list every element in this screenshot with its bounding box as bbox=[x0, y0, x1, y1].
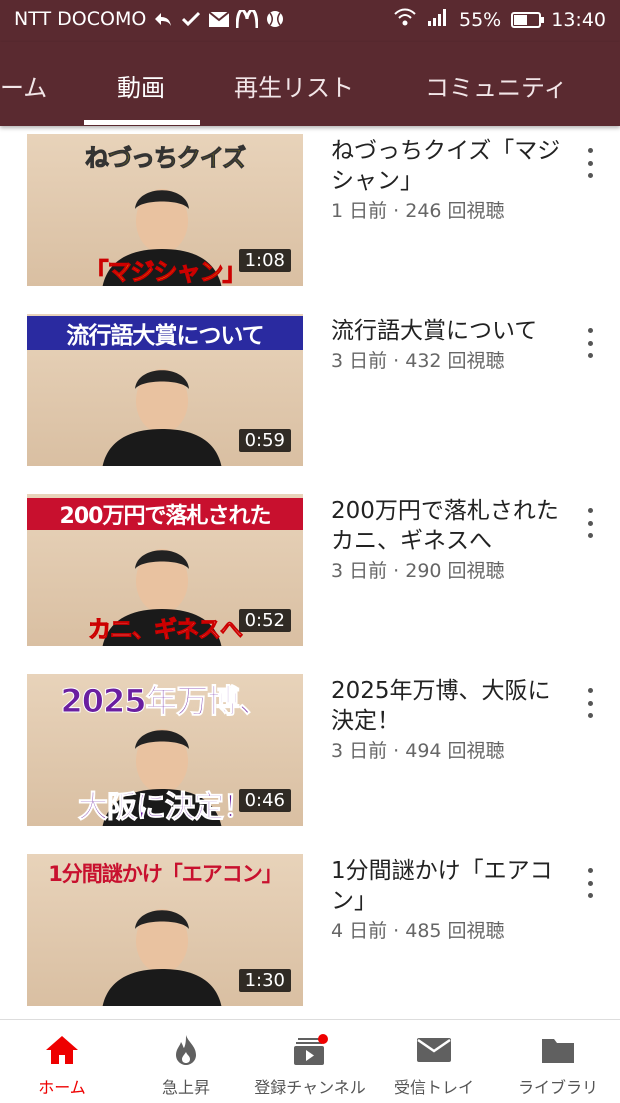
video-item[interactable]: 流行語大賞について 0:59 流行語大賞について 3 日前 · 432 回視聴 bbox=[0, 306, 620, 476]
status-bar: NTT DOCOMO 55% 13:40 bbox=[0, 0, 620, 42]
nav-subscriptions[interactable]: 登録チャンネル bbox=[248, 1020, 372, 1103]
thumbnail-caption-top: ねづっちクイズ bbox=[84, 144, 246, 173]
video-duration: 0:46 bbox=[238, 789, 291, 812]
video-item[interactable]: ねづっちクイズ 「マジシャン」 1:08 ねづっちクイズ「マジシャン」 1 日前… bbox=[0, 126, 620, 296]
person-illustration bbox=[102, 909, 222, 1006]
nav-home[interactable]: ホーム bbox=[0, 1020, 124, 1103]
video-meta: 3 日前 · 290 回視聴 bbox=[331, 560, 505, 582]
more-options-icon[interactable] bbox=[580, 508, 600, 538]
video-duration: 0:59 bbox=[238, 429, 291, 452]
video-item[interactable]: 200万円で落札された カニ、ギネスへ 0:52 200万円で落札されたカニ、ギ… bbox=[0, 486, 620, 656]
video-title[interactable]: 2025年万博、大阪に決定！ bbox=[331, 676, 561, 736]
battery-fill bbox=[514, 14, 528, 25]
channel-tab-bar: ーム 動画 再生リスト コミュニティ bbox=[0, 42, 620, 126]
subscriptions-icon bbox=[294, 1034, 328, 1065]
video-meta: 3 日前 · 432 回視聴 bbox=[331, 350, 505, 372]
nav-library[interactable]: ライブラリ bbox=[496, 1020, 620, 1103]
tab-home[interactable]: ーム bbox=[0, 68, 47, 103]
nav-label: 受信トレイ bbox=[393, 1078, 474, 1097]
video-meta: 3 日前 · 494 回視聴 bbox=[331, 740, 505, 762]
reply-icon bbox=[152, 8, 174, 30]
baseball-icon bbox=[264, 8, 286, 30]
more-options-icon[interactable] bbox=[580, 328, 600, 358]
nav-label: ライブラリ bbox=[517, 1078, 598, 1097]
nav-inbox[interactable]: 受信トレイ bbox=[372, 1020, 496, 1103]
video-title[interactable]: 1分間謎かけ「エアコン」 bbox=[331, 856, 561, 916]
video-item[interactable]: 1分間謎かけ「エアコン」 1:30 1分間謎かけ「エアコン」 4 日前 · 48… bbox=[0, 846, 620, 1016]
active-tab-indicator bbox=[84, 120, 200, 125]
flame-icon bbox=[176, 1035, 196, 1065]
video-thumbnail[interactable]: 流行語大賞について 0:59 bbox=[27, 314, 303, 466]
wifi-icon bbox=[393, 8, 417, 31]
thumbnail-caption-top: 流行語大賞について bbox=[27, 316, 303, 350]
nav-trending[interactable]: 急上昇 bbox=[124, 1020, 248, 1103]
battery-percent: 55% bbox=[459, 8, 502, 31]
video-thumbnail[interactable]: 1分間謎かけ「エアコン」 1:30 bbox=[27, 854, 303, 1006]
video-duration: 1:30 bbox=[238, 969, 291, 992]
more-options-icon[interactable] bbox=[580, 148, 600, 178]
more-options-icon[interactable] bbox=[580, 868, 600, 898]
status-left: NTT DOCOMO bbox=[14, 8, 286, 30]
nav-label: ホーム bbox=[38, 1078, 86, 1097]
person-illustration bbox=[102, 369, 222, 466]
video-thumbnail[interactable]: 200万円で落札された カニ、ギネスへ 0:52 bbox=[27, 494, 303, 646]
tab-community[interactable]: コミュニティ bbox=[425, 68, 568, 103]
folder-icon bbox=[542, 1039, 574, 1063]
nav-label: 登録チャンネル bbox=[254, 1078, 366, 1097]
signal-icon bbox=[427, 8, 449, 31]
notification-check-icon bbox=[180, 8, 202, 30]
carrier-label: NTT DOCOMO bbox=[14, 8, 147, 30]
status-right: 55% 13:40 bbox=[393, 8, 606, 31]
bottom-navigation: ホーム 急上昇 登録チャンネル 受信トレイ ライブラリ bbox=[0, 1019, 620, 1103]
video-thumbnail[interactable]: ねづっちクイズ 「マジシャン」 1:08 bbox=[27, 134, 303, 286]
video-title[interactable]: 流行語大賞について bbox=[331, 316, 561, 346]
tab-videos[interactable]: 動画 bbox=[117, 68, 165, 103]
clock: 13:40 bbox=[551, 8, 606, 31]
mail-icon bbox=[417, 1038, 451, 1062]
video-duration: 1:08 bbox=[238, 249, 291, 272]
mcdonalds-icon bbox=[236, 8, 259, 30]
thumbnail-caption-top: 200万円で落札された bbox=[27, 498, 303, 530]
thumbnail-caption-top: 1分間謎かけ「エアコン」 bbox=[48, 862, 283, 886]
video-title[interactable]: ねづっちクイズ「マジシャン」 bbox=[331, 136, 561, 196]
video-item[interactable]: 2025年万博、 大阪に決定！ 0:46 2025年万博、大阪に決定！ 3 日前… bbox=[0, 666, 620, 836]
tab-playlists[interactable]: 再生リスト bbox=[234, 68, 354, 103]
nav-label: 急上昇 bbox=[161, 1078, 210, 1097]
thumbnail-caption-top: 2025年万博、 bbox=[60, 682, 271, 721]
video-meta: 1 日前 · 246 回視聴 bbox=[331, 200, 505, 222]
video-thumbnail[interactable]: 2025年万博、 大阪に決定！ 0:46 bbox=[27, 674, 303, 826]
video-meta: 4 日前 · 485 回視聴 bbox=[331, 920, 505, 942]
more-options-icon[interactable] bbox=[580, 688, 600, 718]
battery-icon bbox=[511, 11, 545, 28]
mail-notification-icon bbox=[208, 8, 230, 30]
home-icon bbox=[46, 1036, 78, 1064]
video-title[interactable]: 200万円で落札されたカニ、ギネスへ bbox=[331, 496, 561, 556]
video-duration: 0:52 bbox=[238, 609, 291, 632]
